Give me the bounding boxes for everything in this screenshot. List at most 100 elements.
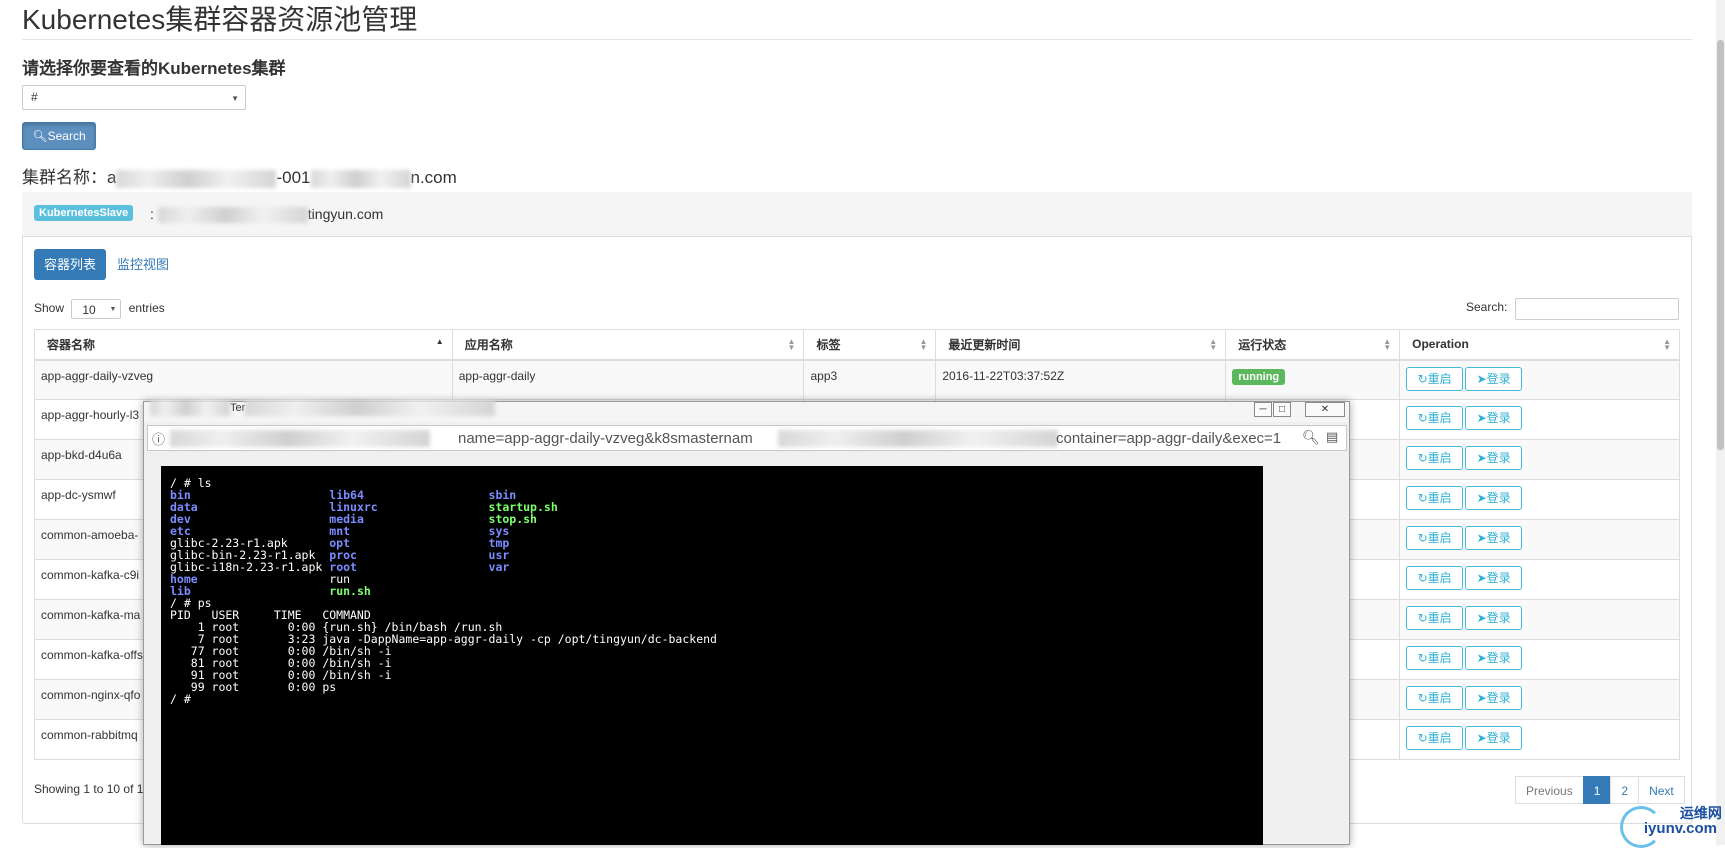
- column-header-label: Operation: [1412, 337, 1469, 352]
- restart-button[interactable]: ↻重启: [1406, 526, 1464, 550]
- login-button[interactable]: ➤登录: [1465, 686, 1523, 710]
- refresh-icon: ↻: [1417, 691, 1428, 705]
- table-search-input[interactable]: [1515, 298, 1679, 320]
- info-icon: ⓘ: [152, 432, 166, 447]
- column-header-label: 应用名称: [464, 337, 513, 352]
- login-button[interactable]: ➤登录: [1465, 446, 1523, 470]
- restart-label: 重启: [1427, 731, 1452, 745]
- minimize-icon[interactable]: ─: [1254, 402, 1272, 417]
- refresh-icon: ↻: [1417, 491, 1428, 505]
- slave-host-suffix: tingyun.com: [307, 206, 384, 222]
- sort-icon: ▲ ▼: [1383, 337, 1392, 352]
- maximize-icon[interactable]: □: [1273, 402, 1291, 417]
- pagination-page-1[interactable]: 1: [1582, 776, 1612, 804]
- terminal[interactable]: / # ls bin lib64 sbin data linuxrc start…: [161, 466, 1263, 845]
- table-row: app-aggr-daily-vzveg app-aggr-daily app3 20…: [34, 359, 1680, 400]
- cell-status: running: [1225, 359, 1401, 400]
- restart-label: 重启: [1427, 691, 1452, 705]
- restart-button[interactable]: ↻重启: [1406, 686, 1464, 710]
- column-header[interactable]: 标签 ▲ ▼: [803, 329, 937, 361]
- sort-icon: ▲ ▼: [1209, 337, 1218, 352]
- cell-operation: ↻重启 ➤登录: [1399, 439, 1680, 480]
- page-size-value: 10: [82, 303, 96, 317]
- tab-monitor-view[interactable]: 监控视图: [117, 249, 169, 280]
- login-label: 登录: [1486, 731, 1511, 745]
- column-header[interactable]: 应用名称 ▲ ▼: [451, 329, 805, 361]
- sort-asc-icon: ▲: [435, 337, 444, 346]
- login-label: 登录: [1486, 491, 1511, 505]
- login-label: 登录: [1486, 691, 1511, 705]
- restart-button[interactable]: ↻重启: [1406, 406, 1464, 430]
- column-header[interactable]: 容器名称 ▲: [34, 329, 453, 361]
- cluster-select-label: 请选择你要查看的Kubernetes集群: [22, 59, 286, 78]
- page-scrollbar-thumb[interactable]: [1717, 40, 1724, 450]
- watermark-logo-icon: [1620, 806, 1662, 848]
- status-badge: running: [1232, 368, 1286, 385]
- login-button[interactable]: ➤登录: [1465, 406, 1523, 430]
- table-search-label: Search:: [1466, 300, 1508, 314]
- popup-title-fragment: Ter: [230, 401, 246, 414]
- refresh-icon: ↻: [1417, 371, 1428, 386]
- zoom-icon[interactable]: 🔍︎: [1302, 429, 1320, 446]
- login-icon: ➤: [1476, 731, 1487, 745]
- terminal-ls-entry: run.sh: [329, 584, 371, 598]
- login-icon: ➤: [1476, 411, 1487, 425]
- restart-button[interactable]: ↻重启: [1406, 566, 1464, 590]
- login-label: 登录: [1486, 411, 1511, 425]
- cell-operation: ↻重启 ➤登录: [1399, 639, 1680, 680]
- login-button[interactable]: ➤登录: [1465, 646, 1523, 670]
- restart-button[interactable]: ↻重启: [1406, 646, 1464, 670]
- restart-label: 重启: [1427, 611, 1452, 625]
- cell-operation: ↻重启 ➤登录: [1399, 399, 1680, 440]
- login-button[interactable]: ➤登录: [1465, 486, 1523, 510]
- column-header[interactable]: 最近更新时间 ▲ ▼: [935, 329, 1227, 361]
- page-size-select[interactable]: 10 ▼: [71, 299, 122, 319]
- page-title: Kubernetes集群容器资源池管理: [22, 4, 418, 35]
- popup-url-bar[interactable]: ⓘ name=app-aggr-daily-vzveg&k8smasternam…: [147, 425, 1347, 451]
- pagination-previous[interactable]: Previous: [1515, 776, 1584, 804]
- cell-operation: ↻重启 ➤登录: [1399, 599, 1680, 640]
- search-button[interactable]: 🔍︎Search: [22, 122, 96, 150]
- tab-container-list[interactable]: 容器列表: [34, 249, 106, 280]
- show-label: Show: [34, 301, 65, 316]
- login-label: 登录: [1486, 571, 1511, 585]
- login-button[interactable]: ➤登录: [1465, 366, 1523, 391]
- slave-badge: KubernetesSlave: [34, 205, 134, 221]
- restart-button[interactable]: ↻重启: [1406, 446, 1464, 470]
- column-header[interactable]: Operation ▲ ▼: [1399, 329, 1680, 361]
- close-icon[interactable]: ✕: [1305, 402, 1345, 417]
- login-button[interactable]: ➤登录: [1465, 606, 1523, 630]
- search-button-label: Search: [47, 129, 86, 143]
- redacted-region: [116, 169, 277, 188]
- login-icon: ➤: [1476, 451, 1487, 465]
- cell-tag: app3: [803, 359, 937, 400]
- table-header-row: 容器名称 ▲ 应用名称 ▲ ▼ 标签 ▲ ▼ 最近更新时间 ▲ ▼ 运行状态 ▲ ▼ Operat…: [34, 329, 1680, 361]
- refresh-icon: ↻: [1417, 411, 1428, 425]
- redacted-region: [170, 430, 430, 447]
- login-button[interactable]: ➤登录: [1465, 526, 1523, 550]
- restart-label: 重启: [1427, 571, 1452, 585]
- translate-icon[interactable]: ▤: [1326, 429, 1338, 445]
- restart-button[interactable]: ↻重启: [1406, 366, 1464, 391]
- column-header[interactable]: 运行状态 ▲ ▼: [1225, 329, 1401, 361]
- refresh-icon: ↻: [1417, 571, 1428, 585]
- popup-url-tail: container=app-aggr-daily&exec=1: [1056, 430, 1282, 447]
- showing-info: Showing 1 to 10 of 1: [34, 782, 144, 796]
- restart-label: 重启: [1427, 651, 1452, 665]
- login-label: 登录: [1486, 651, 1511, 665]
- title-divider: [22, 39, 1692, 40]
- restart-button[interactable]: ↻重启: [1406, 606, 1464, 630]
- login-button[interactable]: ➤登录: [1465, 566, 1523, 590]
- login-icon: ➤: [1476, 571, 1487, 585]
- login-icon: ➤: [1476, 651, 1487, 665]
- login-button[interactable]: ➤登录: [1465, 726, 1523, 750]
- restart-button[interactable]: ↻重启: [1406, 726, 1464, 750]
- restart-button[interactable]: ↻重启: [1406, 486, 1464, 510]
- cluster-name-suffix: n.com: [410, 168, 457, 187]
- popup-url-text: name=app-aggr-daily-vzveg&k8smasternam: [458, 430, 753, 447]
- cluster-select[interactable]: # ▼: [22, 85, 246, 110]
- sort-icon: ▲ ▼: [787, 337, 796, 352]
- login-label: 登录: [1486, 451, 1511, 465]
- cluster-name: 集群名称：a -001 n.com: [22, 163, 457, 188]
- refresh-icon: ↻: [1417, 451, 1428, 465]
